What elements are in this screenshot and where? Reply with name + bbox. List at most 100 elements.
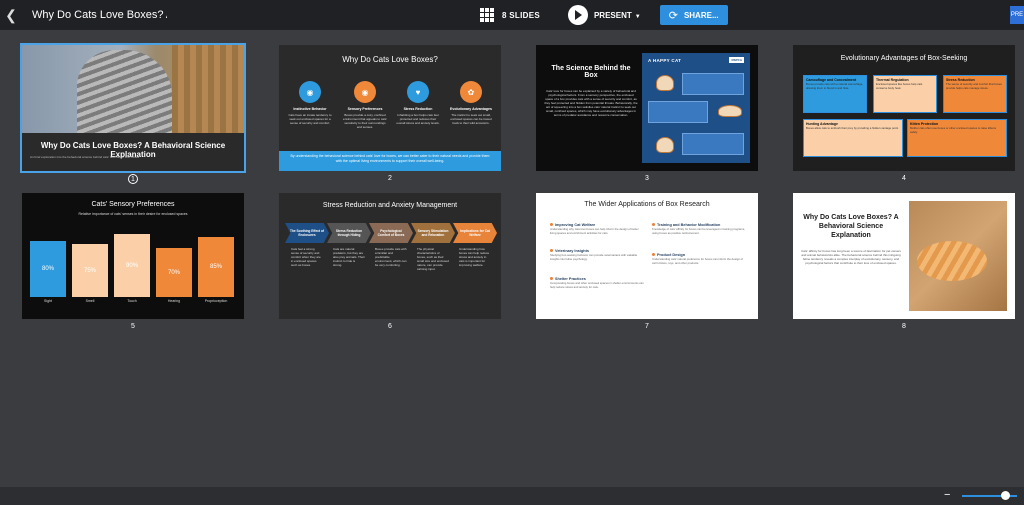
slide-number-4: 4 xyxy=(902,175,906,182)
item-label: Evolutionary Advantages xyxy=(450,107,492,111)
slide-body: Cats' affinity for boxes has long been a… xyxy=(801,249,901,265)
slide-number-3: 3 xyxy=(645,175,649,182)
process-step: Implications for Cat Welfare xyxy=(453,223,497,243)
zoom-slider-handle[interactable] xyxy=(1001,491,1010,500)
slide-title: The Wider Applications of Box Research xyxy=(584,201,710,208)
present-button[interactable]: PRESENT ▼ xyxy=(594,11,641,20)
slide-number-2: 2 xyxy=(388,175,392,182)
list-item: Improving Cat Welfare Understanding why … xyxy=(550,223,645,235)
item-label: Stress Reduction xyxy=(403,107,433,111)
caret-down-icon: ▼ xyxy=(634,13,641,20)
zoom-out-icon[interactable]: − xyxy=(944,489,950,501)
brain-icon: ◉ xyxy=(299,81,321,103)
item-desc: Understanding cats' natural preference f… xyxy=(652,257,744,265)
cat-illustration xyxy=(656,75,674,91)
x-tick-label: Sight xyxy=(44,299,52,303)
advantage-box: Kitten Protection Mother cats often use … xyxy=(907,119,1007,157)
cat-illustration xyxy=(656,137,674,153)
share-icon: ⟳ xyxy=(668,9,678,22)
data-label: 70% xyxy=(167,269,180,276)
item-desc: Knowledge of cats' affinity for boxes ca… xyxy=(652,227,745,235)
rspca-logo: RSPCA xyxy=(729,57,744,63)
edge-badge[interactable]: PRE xyxy=(1010,6,1024,24)
box-desc: Mother cats often use boxes or other enc… xyxy=(910,126,996,134)
box-desc: Boxes provide cats with a natural camouf… xyxy=(806,82,864,90)
tabby-cat-image xyxy=(77,50,172,140)
item-desc: Studying box-seeking behavior can provid… xyxy=(550,253,638,261)
slide-thumbnail-7[interactable]: The Wider Applications of Box Research I… xyxy=(536,193,758,319)
item-desc: Incorporating boxes and other enclosed s… xyxy=(550,281,644,289)
list-item: Shelter Practices Incorporating boxes an… xyxy=(550,277,645,289)
chart-bar-smell: 75% xyxy=(72,244,108,297)
presentation-title: Why Do Cats Love Boxes? A Behavio... xyxy=(32,9,167,21)
info-box xyxy=(648,101,708,123)
chart-subtitle: Relative importance of cats' senses in t… xyxy=(78,212,188,216)
slides-count: 8 SLIDES xyxy=(502,10,540,20)
item-desc: The instinct to seek out small, enclosed… xyxy=(450,113,492,125)
x-tick-label: Touch xyxy=(127,299,137,303)
slide-thumbnail-1[interactable]: Why Do Cats Love Boxes? A Behavioral Sci… xyxy=(20,43,246,173)
advantage-box: Thermal Regulation Enclosed spaces like … xyxy=(873,75,937,113)
x-tick-label: Proprioception xyxy=(204,299,228,303)
slide-body: Cats' love for boxes can be explained by… xyxy=(544,89,638,117)
box-desc: Boxes allow cats to ambush their prey by… xyxy=(806,126,899,130)
item-desc: Inhabiting a box helps cats feel protect… xyxy=(396,113,440,125)
slide-thumbnail-3[interactable]: The Science Behind the Box Cats' love fo… xyxy=(536,45,758,171)
door-image xyxy=(172,45,244,135)
orange-cat-image xyxy=(917,241,987,281)
share-label: SHARE... xyxy=(683,10,719,20)
x-tick-label: Smell xyxy=(85,299,95,303)
item-label: Sensory Preferences xyxy=(347,107,383,111)
list-item: Product Design Understanding cats' natur… xyxy=(652,253,747,265)
info-box xyxy=(682,133,744,155)
slide-title: The Science Behind the Box xyxy=(551,65,631,79)
step-desc: Cats are natural predators, but they are… xyxy=(333,247,365,267)
chart-bar-hearing: 70% xyxy=(156,248,192,297)
play-icon[interactable] xyxy=(567,5,588,25)
slide-number-8: 8 xyxy=(902,323,906,330)
step-desc: The physical characteristics of boxes, s… xyxy=(417,247,449,271)
process-step: Stress Reduction through Hiding xyxy=(327,223,371,243)
item-label: Instinctive Behavior xyxy=(293,107,327,111)
slide-thumbnail-6[interactable]: Stress Reduction and Anxiety Management … xyxy=(279,193,501,319)
data-label: 80% xyxy=(41,266,54,272)
data-label: 90% xyxy=(125,262,138,269)
slide-thumbnail-2[interactable]: Why Do Cats Love Boxes? ◉ ◉ ♥ ✿ Instinct… xyxy=(279,45,501,171)
slide-thumbnail-4[interactable]: Evolutionary Advantages of Box-Seeking C… xyxy=(793,45,1015,171)
grid-view-icon[interactable] xyxy=(480,8,494,22)
slide-number-6: 6 xyxy=(388,323,392,330)
process-step: Psychological Comfort of Boxes xyxy=(369,223,413,243)
step-desc: Boxes provide cats with a familiar and p… xyxy=(375,247,407,267)
bottom-bar: − xyxy=(0,487,1024,505)
x-tick-label: Hearing xyxy=(167,299,181,303)
item-desc: Understanding why cats love boxes can he… xyxy=(550,227,639,235)
chart-bar-sight: 80% xyxy=(30,241,66,297)
advantage-box: Camouflage and Concealment Boxes provide… xyxy=(803,75,867,113)
paw-icon: ✿ xyxy=(460,81,482,103)
back-arrow-icon[interactable]: ❮ xyxy=(0,0,22,30)
list-item: Veterinary Insights Studying box-seeking… xyxy=(550,249,645,261)
advantage-box: Hunting Advantage Boxes allow cats to am… xyxy=(803,119,903,157)
process-step: The Soothing Effect of Enclosures xyxy=(285,223,329,243)
chart-bar-proprioception: 85% xyxy=(198,237,234,297)
center-tools: 8 SLIDES PRESENT ▼ ⟳ SHARE... xyxy=(480,0,728,30)
share-button[interactable]: ⟳ SHARE... xyxy=(659,5,728,25)
process-step: Sensory Stimulation and Relaxation xyxy=(411,223,455,243)
card-title: A HAPPY CAT xyxy=(648,58,682,63)
present-label: PRESENT xyxy=(593,10,632,20)
step-desc: Cats feel a strong sense of security and… xyxy=(291,247,321,267)
happy-cat-infographic: A HAPPY CAT RSPCA xyxy=(642,53,750,163)
slide-number-1: 1 xyxy=(22,174,244,184)
slide-thumbnail-8[interactable]: Why Do Cats Love Boxes? A Behavioral Sci… xyxy=(793,193,1015,319)
list-item: Training and Behavior Modification Knowl… xyxy=(652,223,747,235)
slide-title: Stress Reduction and Anxiety Management xyxy=(322,202,458,209)
slide-title: Evolutionary Advantages of Box-Seeking xyxy=(840,55,968,62)
slide-thumbnail-5[interactable]: Cats' Sensory Preferences Relative impor… xyxy=(22,193,244,319)
chart-title: Cats' Sensory Preferences xyxy=(91,201,175,208)
info-box xyxy=(682,73,744,95)
cat-illustration xyxy=(718,105,742,117)
slide-number-7: 7 xyxy=(645,323,649,330)
advantage-box: Stress Reduction The sense of security a… xyxy=(943,75,1007,113)
data-label: 75% xyxy=(83,267,96,274)
step-desc: Understanding how boxes can help reduce … xyxy=(459,247,490,267)
